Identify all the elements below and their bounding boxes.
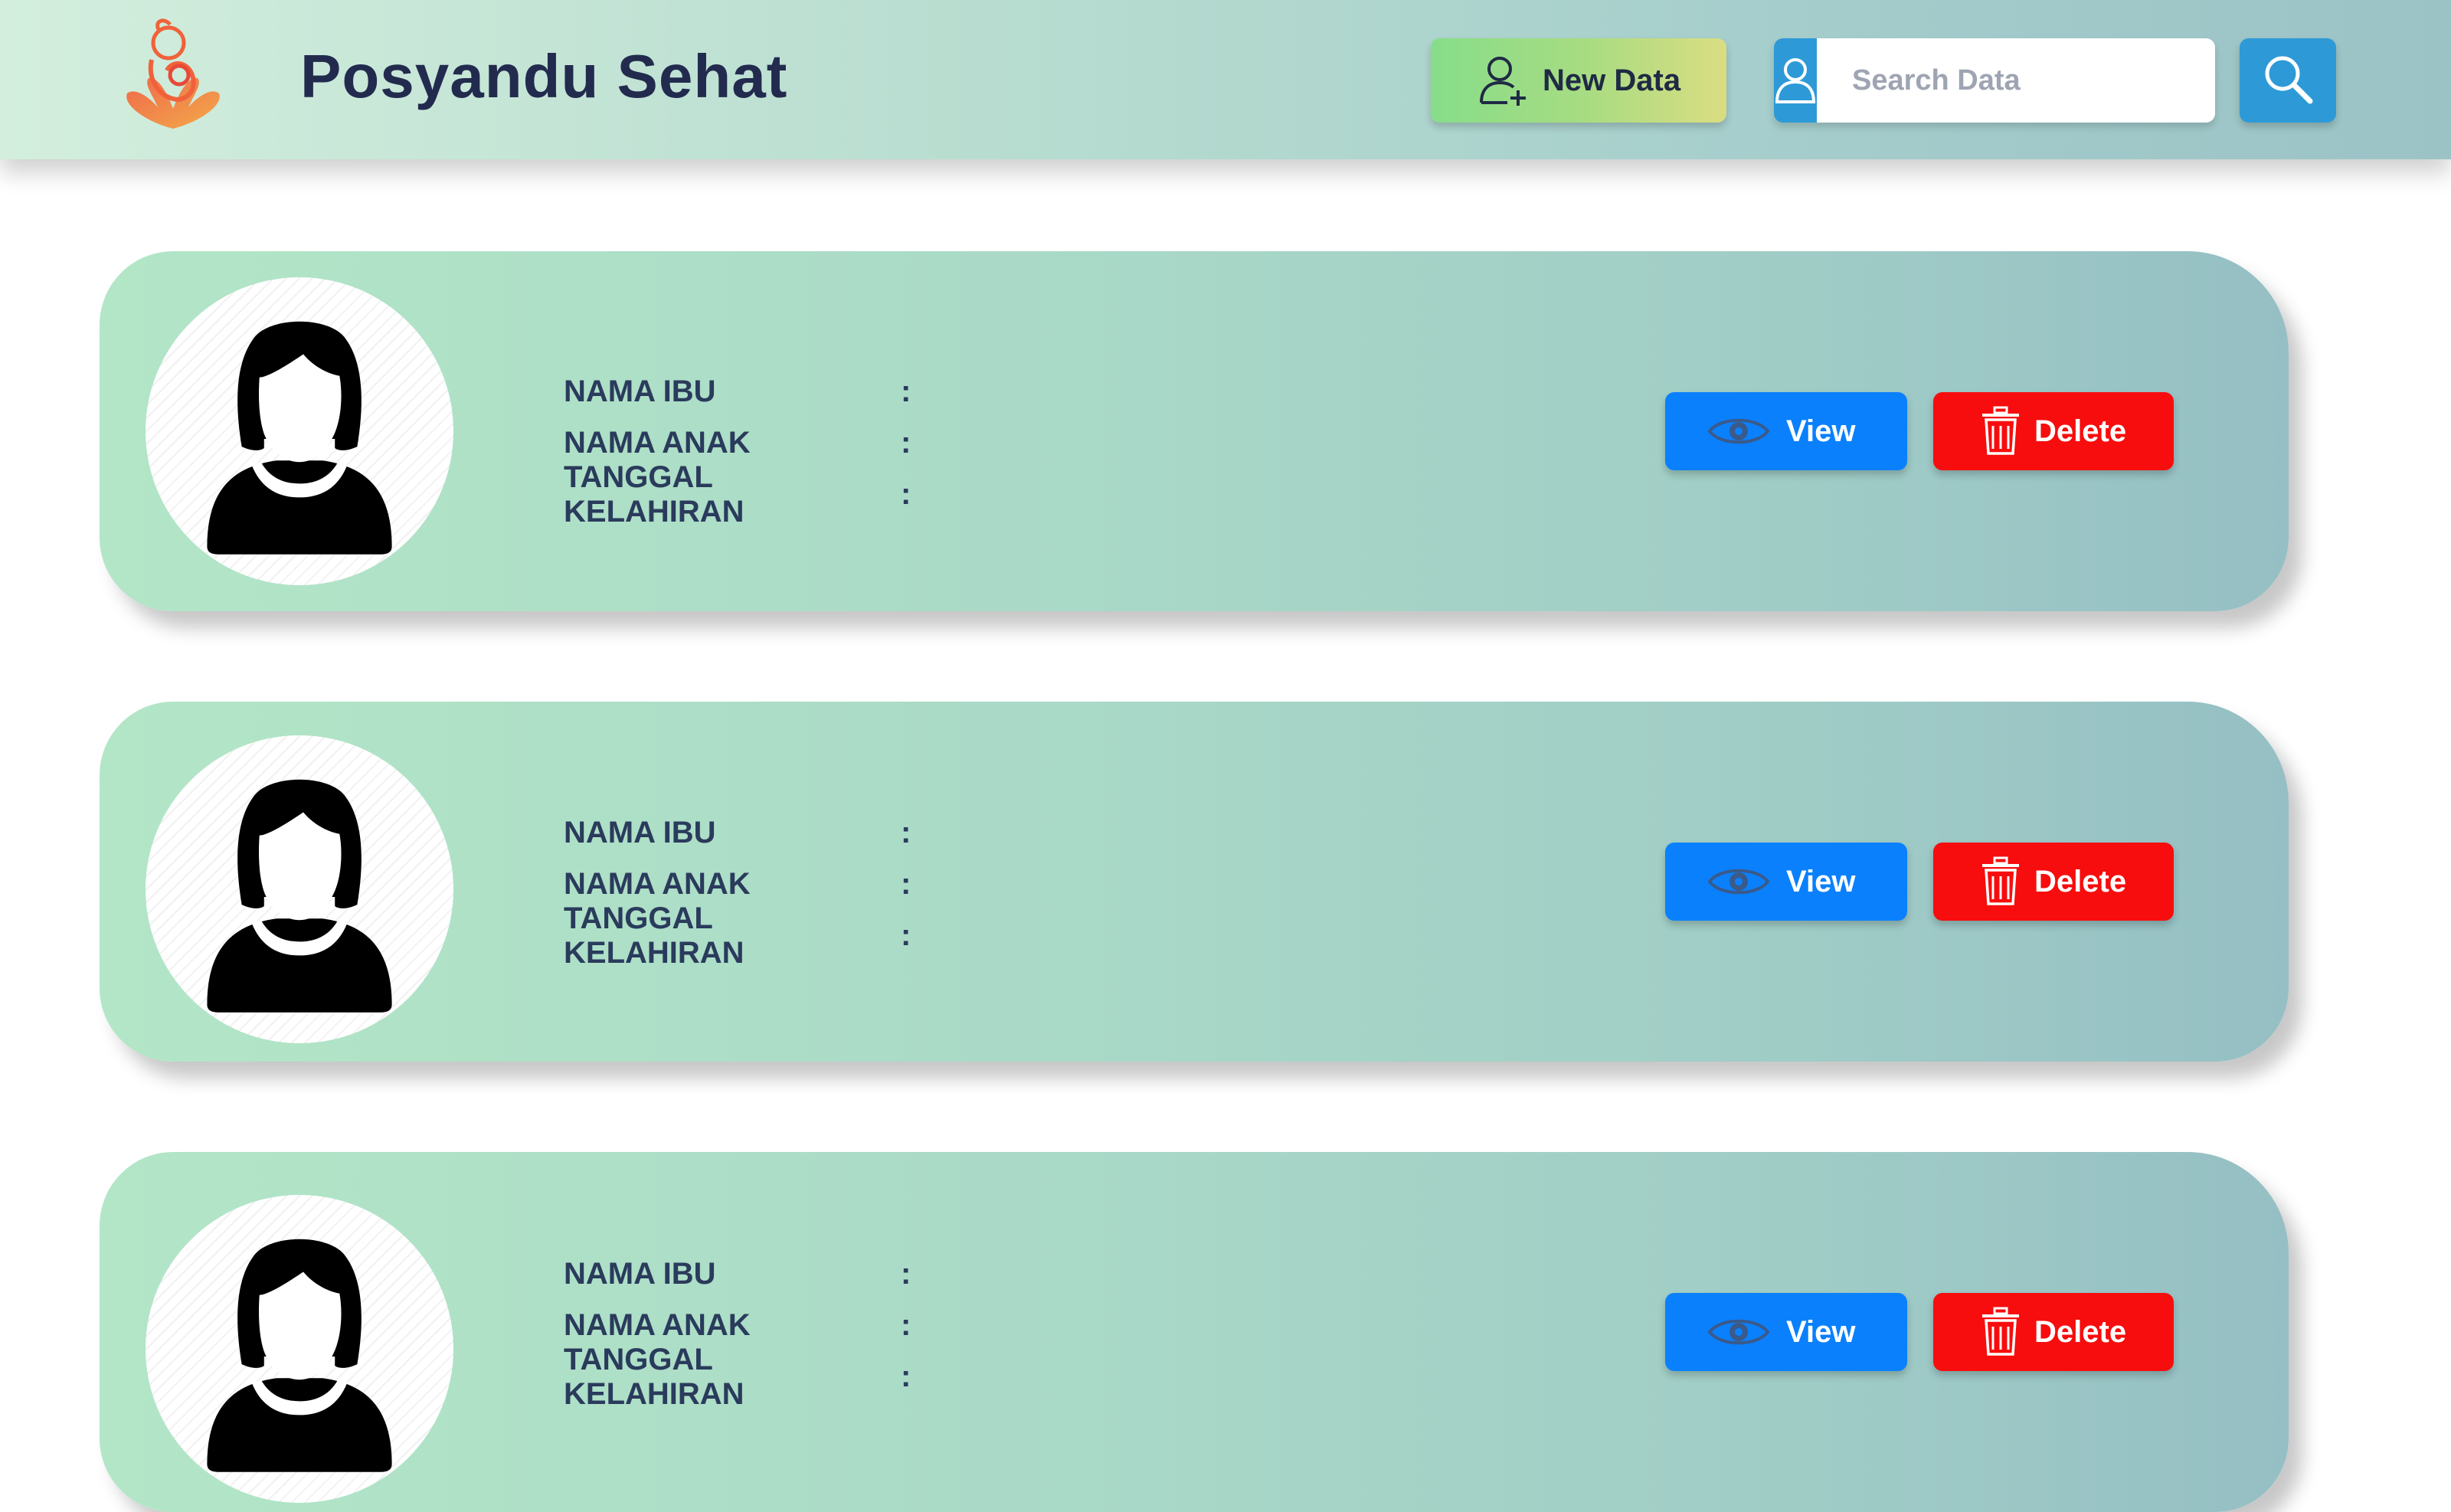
search-icon [2261, 52, 2315, 110]
field-label: TANGGAL KELAHIRAN [564, 1342, 744, 1411]
view-label: View [1786, 414, 1856, 448]
field-nama-ibu: NAMA IBU : [564, 807, 911, 859]
field-label: NAMA ANAK [564, 1308, 751, 1342]
record-card: NAMA IBU : NAMA ANAK : TANGGAL KELAHIRAN… [100, 1152, 2289, 1512]
delete-label: Delete [2034, 864, 2127, 898]
field-separator: : [901, 1360, 911, 1393]
view-button[interactable]: View [1665, 392, 1907, 470]
field-separator: : [901, 816, 911, 849]
view-button[interactable]: View [1665, 843, 1907, 921]
view-label: View [1786, 1314, 1856, 1349]
field-label: NAMA ANAK [564, 867, 751, 901]
field-nama-ibu: NAMA IBU : [564, 366, 911, 417]
eye-icon [1707, 412, 1771, 450]
delete-button[interactable]: Delete [1933, 843, 2174, 921]
user-icon [1774, 38, 1817, 123]
delete-button[interactable]: Delete [1933, 392, 2174, 470]
delete-label: Delete [2034, 1314, 2127, 1349]
record-fields: NAMA IBU : NAMA ANAK : TANGGAL KELAHIRAN… [564, 366, 911, 529]
field-separator: : [901, 375, 911, 408]
app-title: Posyandu Sehat [300, 42, 788, 110]
delete-label: Delete [2034, 414, 2127, 448]
field-label: TANGGAL KELAHIRAN [564, 901, 744, 970]
record-fields: NAMA IBU : NAMA ANAK : TANGGAL KELAHIRAN… [564, 807, 911, 970]
mother-child-logo-icon [113, 14, 233, 136]
field-tanggal-kelahiran: TANGGAL KELAHIRAN : [564, 902, 911, 970]
eye-icon [1707, 1313, 1771, 1351]
field-separator: : [901, 426, 911, 460]
field-separator: : [901, 918, 911, 952]
female-avatar-icon [146, 277, 453, 585]
trash-icon [1981, 1307, 2021, 1357]
app-header: Posyandu Sehat New Data [0, 0, 2451, 159]
female-avatar-icon [146, 1195, 453, 1503]
field-label: NAMA IBU [564, 1257, 716, 1291]
view-button[interactable]: View [1665, 1293, 1907, 1371]
search-box [1774, 38, 2215, 123]
add-user-icon [1478, 54, 1529, 107]
field-label: NAMA ANAK [564, 426, 751, 460]
trash-icon [1981, 856, 2021, 907]
record-fields: NAMA IBU : NAMA ANAK : TANGGAL KELAHIRAN… [564, 1249, 911, 1411]
new-data-button[interactable]: New Data [1431, 38, 1726, 123]
new-data-label: New Data [1543, 63, 1681, 97]
search-input[interactable] [1817, 38, 2215, 123]
view-label: View [1786, 864, 1856, 898]
field-separator: : [901, 1308, 911, 1342]
field-separator: : [901, 1257, 911, 1291]
field-separator: : [901, 867, 911, 901]
female-avatar-icon [146, 735, 453, 1043]
record-card: NAMA IBU : NAMA ANAK : TANGGAL KELAHIRAN… [100, 251, 2289, 611]
delete-button[interactable]: Delete [1933, 1293, 2174, 1371]
field-label: NAMA IBU [564, 375, 716, 408]
field-tanggal-kelahiran: TANGGAL KELAHIRAN : [564, 1343, 911, 1411]
field-separator: : [901, 477, 911, 511]
field-label: NAMA IBU [564, 816, 716, 849]
field-nama-ibu: NAMA IBU : [564, 1249, 911, 1300]
search-button[interactable] [2240, 38, 2336, 123]
eye-icon [1707, 862, 1771, 901]
field-tanggal-kelahiran: TANGGAL KELAHIRAN : [564, 460, 911, 529]
record-card: NAMA IBU : NAMA ANAK : TANGGAL KELAHIRAN… [100, 702, 2289, 1062]
trash-icon [1981, 406, 2021, 457]
field-label: TANGGAL KELAHIRAN [564, 460, 744, 529]
